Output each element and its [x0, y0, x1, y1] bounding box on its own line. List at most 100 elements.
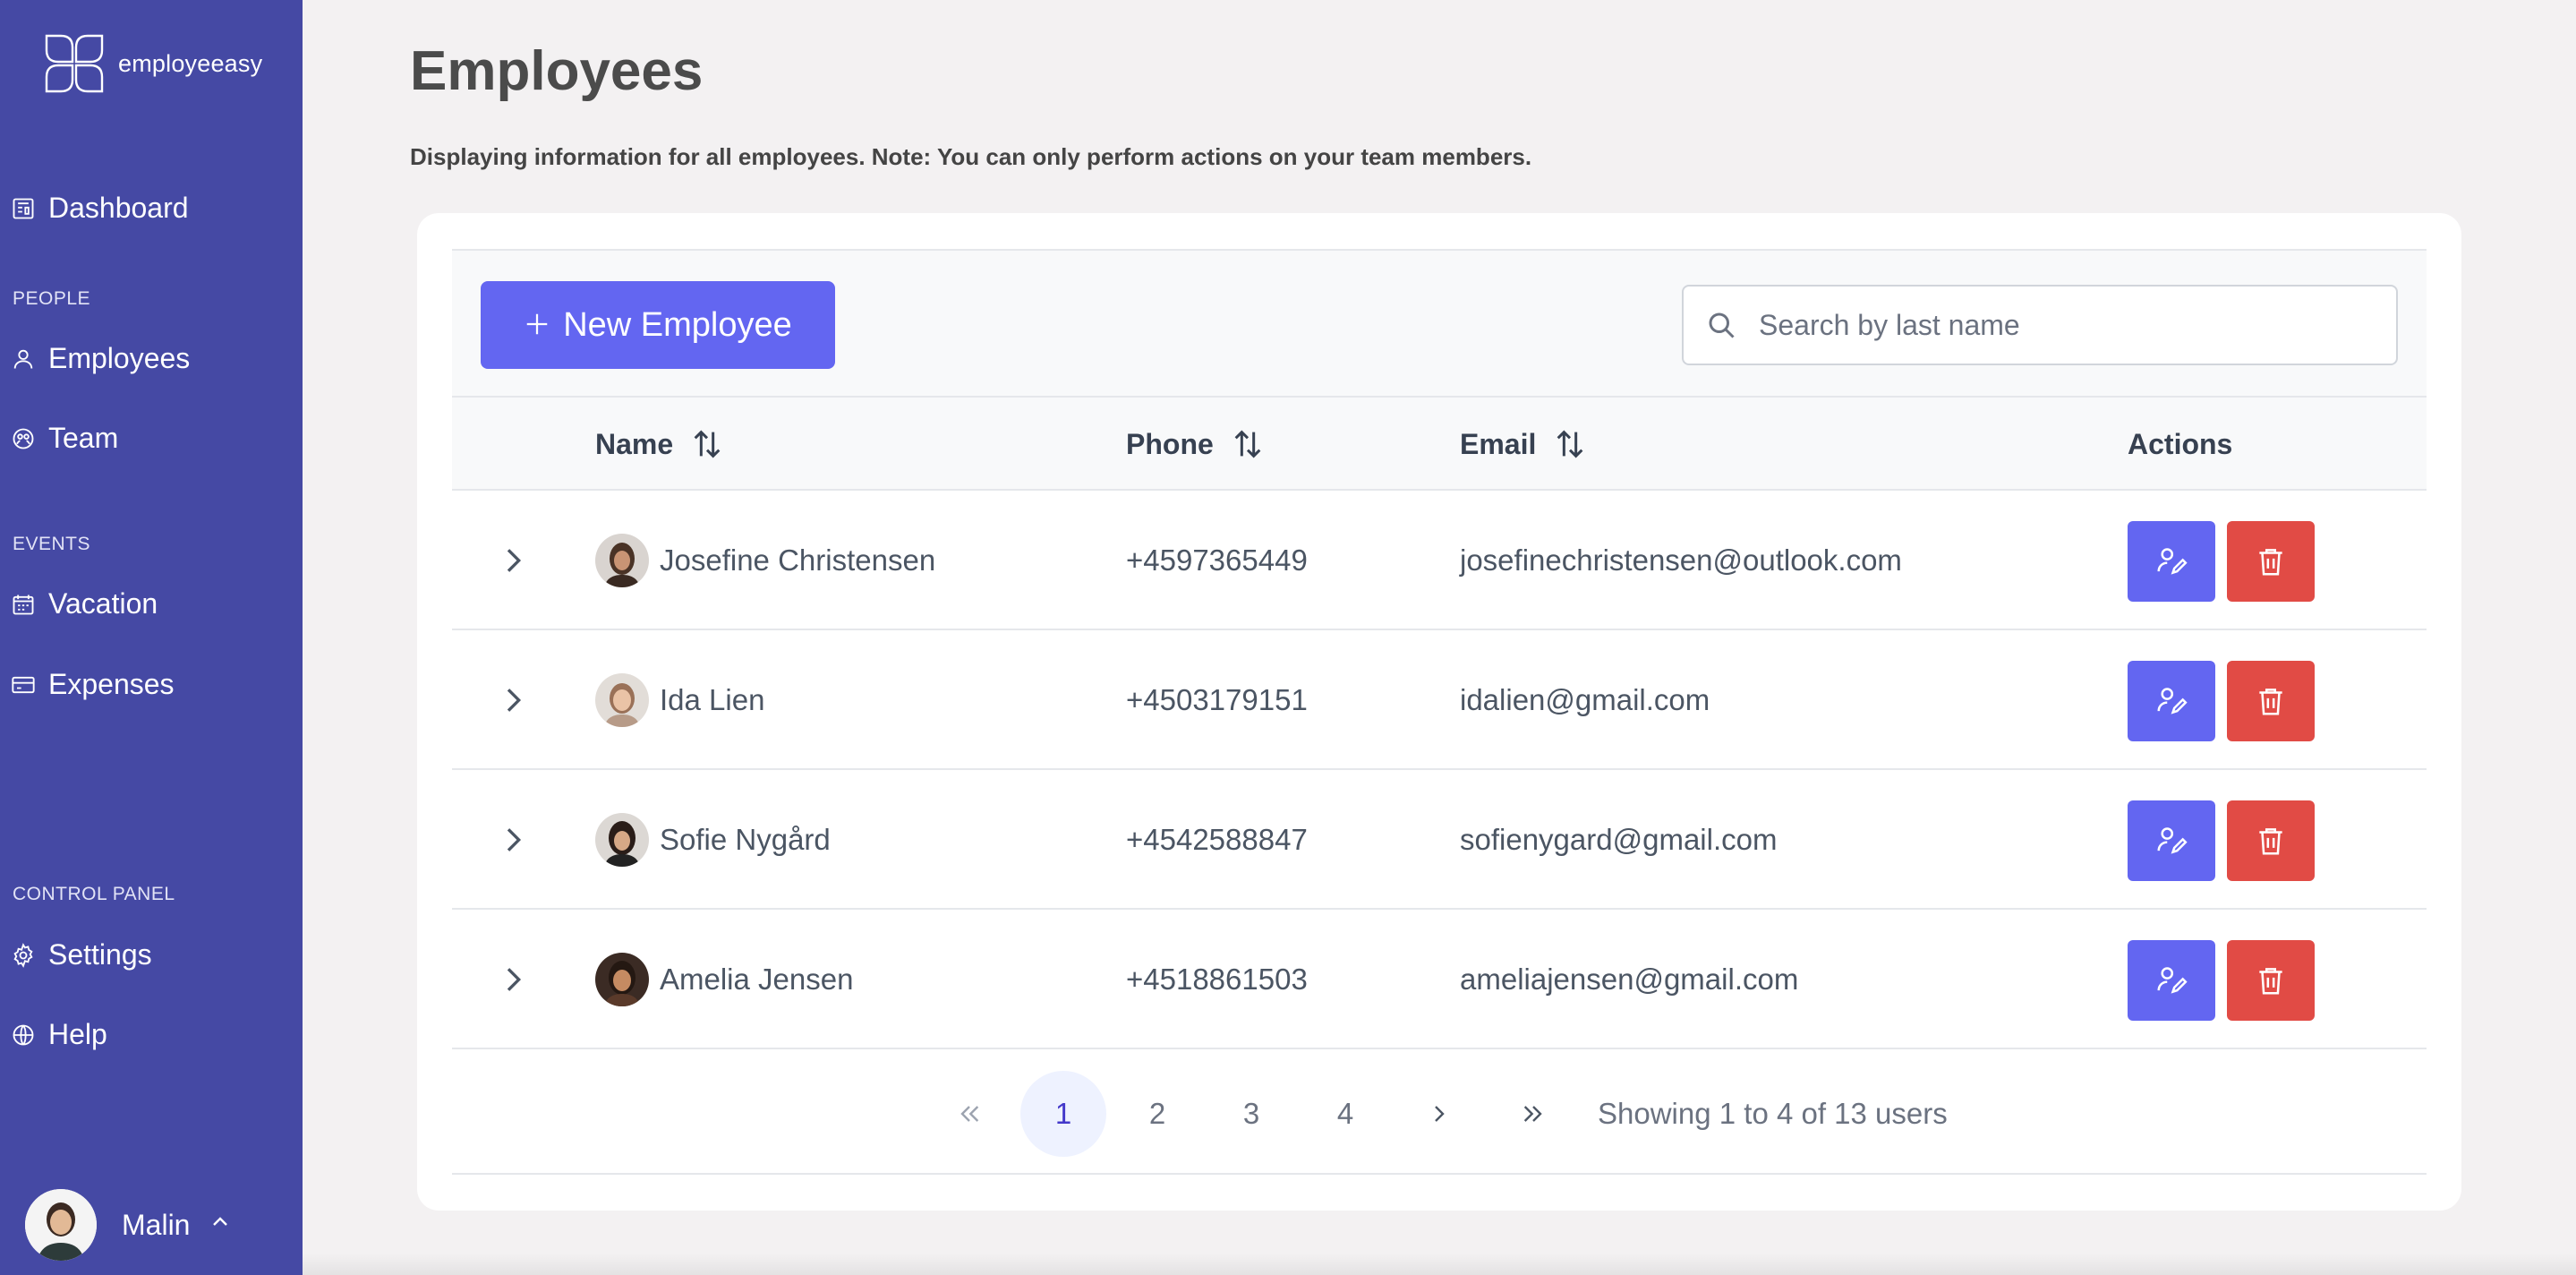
- sidebar-item-help[interactable]: Help: [11, 1018, 107, 1051]
- table-row: Sofie Nygård +4542588847 sofienygard@gma…: [452, 770, 2427, 910]
- name-cell: Ida Lien: [595, 630, 764, 770]
- avatar: [595, 534, 649, 587]
- avatar: [25, 1189, 97, 1261]
- double-chevron-right-icon: [1523, 1106, 1542, 1122]
- employee-name: Amelia Jensen: [660, 963, 854, 996]
- plus-icon: [524, 304, 550, 347]
- sidebar-item-label: Expenses: [48, 668, 175, 700]
- phone-cell: +4542588847: [1126, 823, 1308, 856]
- row-expander[interactable]: [495, 630, 531, 770]
- sidebar-item-label: Employees: [48, 342, 191, 374]
- delete-employee-button[interactable]: [2227, 661, 2315, 741]
- user-menu[interactable]: Malin: [25, 1189, 231, 1261]
- delete-employee-button[interactable]: [2227, 940, 2315, 1021]
- employee-name: Sofie Nygård: [660, 823, 831, 856]
- search-box[interactable]: [1682, 285, 2398, 365]
- section-label-events: EVENTS: [13, 534, 91, 554]
- edit-employee-button[interactable]: [2128, 661, 2215, 741]
- globe-icon: [13, 1024, 34, 1045]
- section-label-control-panel: CONTROL PANEL: [13, 884, 175, 904]
- calendar-icon: [13, 595, 34, 614]
- chevron-right-icon: [507, 689, 522, 712]
- sidebar-item-vacation[interactable]: Vacation: [11, 587, 158, 620]
- sidebar-item-team[interactable]: Team: [11, 422, 118, 455]
- logo-icon: [45, 34, 104, 93]
- sidebar-item-expenses[interactable]: Expenses: [11, 668, 175, 701]
- first-page-button[interactable]: [926, 1071, 1012, 1157]
- user-edit-icon: [2157, 688, 2188, 715]
- app-name: employeeasy: [118, 49, 263, 77]
- page-button-1[interactable]: 1: [1020, 1071, 1106, 1157]
- pagination-info: Showing 1 to 4 of 13 users: [1598, 1097, 1948, 1130]
- column-header-phone[interactable]: Phone: [1126, 398, 1266, 491]
- user-edit-icon: [2157, 548, 2188, 575]
- sort-icon[interactable]: [689, 426, 725, 462]
- row-expander[interactable]: [495, 910, 531, 1049]
- sidebar-item-label: Vacation: [48, 587, 158, 620]
- app-logo[interactable]: employeeasy: [43, 32, 262, 95]
- delete-employee-button[interactable]: [2227, 521, 2315, 602]
- name-cell: Josefine Christensen: [595, 491, 935, 630]
- sidebar-item-settings[interactable]: Settings: [11, 938, 152, 971]
- trash-icon: [2259, 549, 2282, 576]
- sidebar-item-dashboard[interactable]: Dashboard: [11, 192, 189, 225]
- table-toolbar: New Employee: [452, 249, 2427, 398]
- chevron-right-icon: [507, 549, 522, 572]
- user-name: Malin: [122, 1208, 191, 1241]
- user-edit-icon: [2157, 967, 2188, 994]
- sidebar-item-label: Dashboard: [48, 192, 189, 224]
- row-expander[interactable]: [495, 491, 531, 630]
- email-cell: josefinechristensen@outlook.com: [1460, 543, 1902, 577]
- column-header-actions: Actions: [2128, 398, 2232, 491]
- avatar: [595, 813, 649, 867]
- search-input[interactable]: [1759, 308, 2367, 342]
- employee-name: Josefine Christensen: [660, 543, 936, 577]
- avatar: [595, 673, 649, 727]
- new-employee-button[interactable]: New Employee: [481, 281, 835, 369]
- email-cell: ameliajensen@gmail.com: [1460, 963, 1799, 996]
- dashboard-icon: [13, 198, 34, 218]
- column-label: Name: [595, 427, 674, 460]
- sidebar-item-label: Settings: [48, 938, 152, 971]
- column-label: Phone: [1126, 427, 1214, 460]
- row-expander[interactable]: [495, 770, 531, 910]
- new-employee-label: New Employee: [563, 305, 792, 344]
- next-page-button[interactable]: [1396, 1071, 1482, 1157]
- last-page-button[interactable]: [1490, 1071, 1576, 1157]
- section-label-people: PEOPLE: [13, 288, 91, 309]
- email-cell: idalien@gmail.com: [1460, 683, 1710, 716]
- team-icon: [13, 428, 34, 449]
- table-row: Ida Lien +4503179151 idalien@gmail.com: [452, 630, 2427, 770]
- page-note: Displaying information for all employees…: [410, 143, 1532, 170]
- edit-employee-button[interactable]: [2128, 800, 2215, 881]
- page-button-3[interactable]: 3: [1208, 1071, 1294, 1157]
- phone-cell: +4518861503: [1126, 963, 1308, 996]
- pagination: 1 2 3 4 Showing 1 to 4 of 13 users: [452, 1048, 2427, 1175]
- trash-icon: [2259, 968, 2282, 995]
- sort-icon[interactable]: [1552, 426, 1588, 462]
- gear-icon: [13, 942, 33, 968]
- column-label: Actions: [2128, 427, 2233, 460]
- edit-employee-button[interactable]: [2128, 940, 2215, 1021]
- column-header-email[interactable]: Email: [1460, 398, 1588, 491]
- trash-icon: [2259, 689, 2282, 715]
- page-button-2[interactable]: 2: [1114, 1071, 1200, 1157]
- column-header-name[interactable]: Name: [595, 398, 725, 491]
- page-button-4[interactable]: 4: [1302, 1071, 1388, 1157]
- sort-icon[interactable]: [1230, 426, 1266, 462]
- page-title: Employees: [410, 40, 704, 102]
- delete-employee-button[interactable]: [2227, 800, 2315, 881]
- column-label: Email: [1460, 427, 1537, 460]
- chevron-right-icon: [507, 828, 522, 851]
- bottom-edge: [303, 1254, 2576, 1275]
- name-cell: Sofie Nygård: [595, 770, 831, 910]
- sidebar-item-label: Help: [48, 1018, 107, 1050]
- edit-employee-button[interactable]: [2128, 521, 2215, 602]
- trash-icon: [2259, 828, 2282, 855]
- sidebar-item-employees[interactable]: Employees: [11, 342, 190, 375]
- phone-cell: +4597365449: [1126, 543, 1308, 577]
- table-header: Name Phone Email Actions: [452, 398, 2427, 491]
- chevron-right-icon: [1435, 1106, 1445, 1122]
- avatar: [595, 953, 649, 1006]
- phone-cell: +4503179151: [1126, 683, 1308, 716]
